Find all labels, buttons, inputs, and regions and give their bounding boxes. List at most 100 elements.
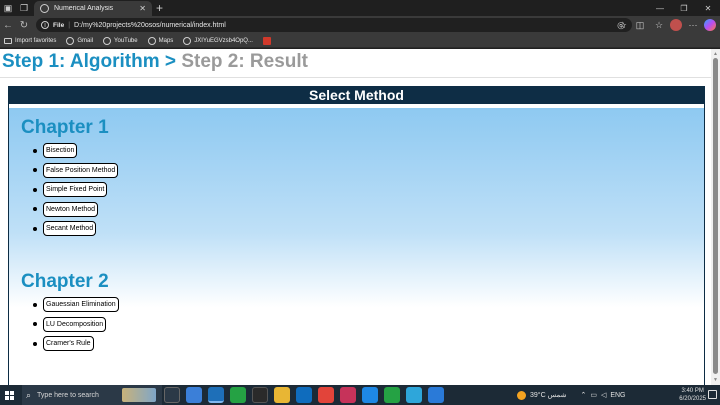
- taskbar: ⌕ Type here to search 39°C شمس ⌃ ▭ ◁ ENG…: [0, 385, 720, 405]
- outlook-icon[interactable]: [296, 387, 312, 403]
- scroll-up-icon[interactable]: ▲: [713, 51, 718, 57]
- close-tab-icon[interactable]: ✕: [139, 4, 146, 13]
- panel-title: Select Method: [9, 86, 704, 104]
- browser-tab-bar: ▣ ❐ Numerical Analysis ✕ + — ❐ ✕: [0, 0, 720, 16]
- split-screen-icon[interactable]: ◫: [632, 17, 648, 33]
- step-breadcrumb: Step 1: Algorithm > Step 2: Result: [2, 51, 308, 73]
- copilot-icon[interactable]: [704, 19, 716, 31]
- refresh-icon[interactable]: ↻: [16, 20, 32, 31]
- list-item: Newton Method: [33, 200, 118, 220]
- browser-essentials-icon[interactable]: ◎: [613, 17, 629, 33]
- system-tray: 39°C شمس ⌃ ▭ ◁ ENG: [517, 385, 626, 405]
- taskbar-apps: [164, 387, 444, 403]
- bookmark-pdf[interactable]: [262, 36, 271, 45]
- task-view-icon[interactable]: [164, 387, 180, 403]
- bookmark-gmail[interactable]: Gmail: [66, 36, 94, 45]
- profile-avatar[interactable]: [670, 19, 682, 31]
- tab-actions-icon[interactable]: ❐: [16, 0, 32, 16]
- url-text[interactable]: D:/my%20projects%20osos/numerical/index.…: [74, 22, 615, 29]
- telegram-icon[interactable]: [406, 387, 422, 403]
- chapter-1: Chapter 1 Bisection False Position Metho…: [21, 117, 119, 239]
- bookmarks-bar: Import favorites Gmail YouTube Maps JXIY…: [0, 34, 720, 48]
- newton-method-button[interactable]: Newton Method: [43, 201, 99, 217]
- restore-icon[interactable]: ❐: [672, 0, 696, 16]
- weather-text[interactable]: 39°C شمس: [530, 391, 566, 399]
- copilot-app-icon[interactable]: [186, 387, 202, 403]
- workspaces-icon[interactable]: ▣: [0, 0, 16, 16]
- bullet: [33, 341, 37, 346]
- bisection-button[interactable]: Bisection: [43, 143, 78, 159]
- more-icon[interactable]: ···: [685, 17, 701, 33]
- globe-icon: [147, 36, 156, 45]
- bullet: [33, 226, 37, 231]
- gaussian-elimination-button[interactable]: Gauessian Elimination: [43, 297, 119, 313]
- method-list: Gauessian Elimination LU Decomposition C…: [33, 295, 119, 354]
- list-item: False Position Method: [33, 161, 119, 181]
- page-scrollbar[interactable]: ▲ ▼: [711, 49, 720, 385]
- step-arrow: >: [164, 51, 177, 72]
- edge-icon[interactable]: [208, 387, 224, 403]
- bookmark-maps[interactable]: Maps: [147, 36, 174, 45]
- globe-icon: [66, 36, 75, 45]
- clock[interactable]: 3:40 PM 6/20/2025: [679, 387, 706, 403]
- address-bar-row: ← ↻ i File | D:/my%20projects%20osos/num…: [0, 16, 720, 34]
- network-icon[interactable]: ▭: [590, 391, 597, 399]
- tab-title: Numerical Analysis: [54, 5, 114, 12]
- search-icon: ⌕: [26, 389, 32, 400]
- list-item: Bisection: [33, 141, 118, 161]
- lu-decomposition-button[interactable]: LU Decomposition: [43, 316, 107, 332]
- step-2-result[interactable]: Step 2: Result: [181, 51, 308, 72]
- whatsapp-icon[interactable]: [230, 387, 246, 403]
- windows-logo-icon: [4, 390, 14, 400]
- search-placeholder: Type here to search: [37, 391, 99, 399]
- false-position-button[interactable]: False Position Method: [43, 162, 119, 178]
- chrome-icon[interactable]: [318, 387, 334, 403]
- taskbar-search[interactable]: ⌕ Type here to search: [22, 385, 162, 405]
- bullet: [33, 322, 37, 327]
- step-1-algorithm[interactable]: Step 1: Algorithm: [2, 51, 160, 72]
- globe-icon: [183, 36, 192, 45]
- start-button[interactable]: [0, 385, 18, 405]
- terminal-icon[interactable]: [252, 387, 268, 403]
- info-icon[interactable]: i: [41, 21, 49, 29]
- tab-numerical-analysis[interactable]: Numerical Analysis ✕: [34, 1, 152, 16]
- list-item: Gauessian Elimination: [33, 295, 119, 315]
- weather-sun-icon[interactable]: [517, 390, 526, 400]
- new-tab-icon[interactable]: +: [156, 1, 163, 15]
- file-explorer-icon[interactable]: [274, 387, 290, 403]
- bookmark-label: Maps: [158, 37, 174, 44]
- search-highlight-image: [122, 388, 156, 402]
- app-icon[interactable]: [340, 387, 356, 403]
- globe-icon: [40, 4, 49, 13]
- bullet: [33, 302, 37, 307]
- select-method-panel: Select Method Chapter 1 Bisection False …: [8, 86, 705, 385]
- bookmark-label: YouTube: [114, 37, 138, 44]
- cramers-rule-button[interactable]: Cramer's Rule: [43, 336, 94, 352]
- secant-method-button[interactable]: Secant Method: [43, 221, 97, 237]
- address-bar[interactable]: i File | D:/my%20projects%20osos/numeric…: [36, 18, 632, 32]
- chapter-title: Chapter 1: [21, 117, 109, 138]
- vscode-icon[interactable]: [428, 387, 444, 403]
- simple-fixed-point-button[interactable]: Simple Fixed Point: [43, 182, 108, 198]
- notification-icon[interactable]: [708, 390, 717, 399]
- bookmark-label: Gmail: [77, 37, 94, 44]
- close-window-icon[interactable]: ✕: [696, 0, 720, 16]
- whatsapp-beta-icon[interactable]: [384, 387, 400, 403]
- scrollbar-thumb[interactable]: [713, 58, 718, 374]
- list-item: LU Decomposition: [33, 315, 119, 335]
- bookmark-youtube[interactable]: YouTube: [103, 36, 138, 45]
- bullet: [33, 207, 37, 212]
- bookmark-label: Import favorites: [15, 37, 57, 44]
- scroll-down-icon[interactable]: ▼: [713, 377, 718, 383]
- minimize-icon[interactable]: —: [648, 0, 672, 16]
- language-indicator[interactable]: ENG: [610, 392, 625, 399]
- clock-time: 3:40 PM: [681, 388, 704, 394]
- favorites-icon[interactable]: ☆: [651, 17, 667, 33]
- bookmark-import-favorites[interactable]: Import favorites: [4, 37, 57, 44]
- bluestacks-icon[interactable]: [362, 387, 378, 403]
- method-list: Bisection False Position Method Simple F…: [33, 141, 119, 239]
- bookmark-link[interactable]: JXIYuEGVzsb4OpQ...: [183, 36, 253, 45]
- tray-overflow-icon[interactable]: ⌃: [580, 391, 586, 399]
- volume-icon[interactable]: ◁: [601, 391, 606, 399]
- back-icon[interactable]: ←: [0, 20, 16, 31]
